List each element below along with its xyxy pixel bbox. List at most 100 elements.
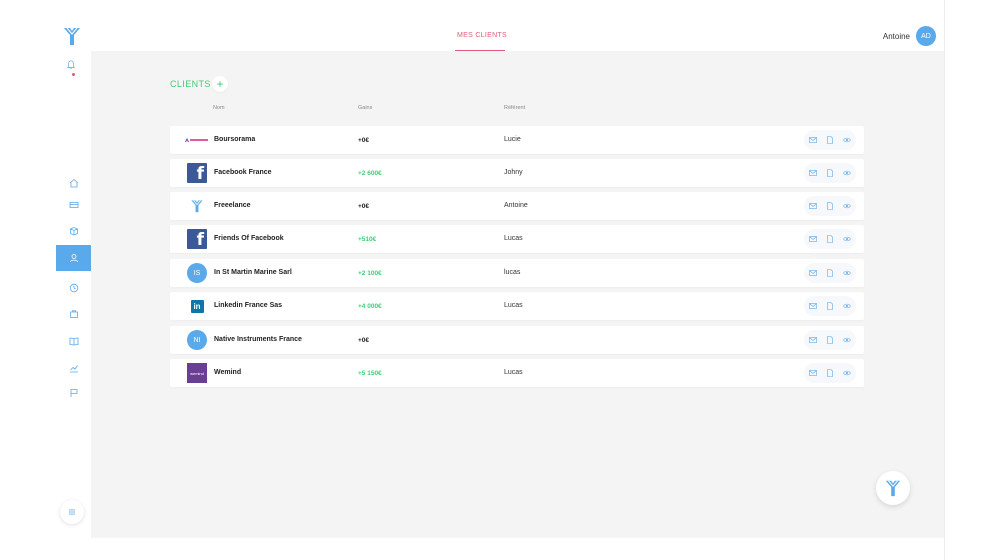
sidebar-item-payments[interactable] — [56, 192, 91, 218]
main-content: CLIENTS + Nom Gains Référent Boursorama +… — [91, 51, 944, 538]
document-icon[interactable] — [821, 296, 838, 316]
sidebar-item-stats[interactable] — [56, 355, 91, 381]
client-name[interactable]: Native Instruments France — [214, 336, 302, 343]
client-name[interactable]: Boursorama — [214, 136, 255, 143]
column-header-referent: Référent — [504, 105, 526, 111]
sidebar-item-objectives[interactable] — [56, 380, 91, 406]
sidebar-item-documents[interactable] — [56, 328, 91, 354]
row-actions — [804, 163, 856, 183]
book-icon — [69, 337, 78, 346]
top-header: MES CLIENTS Antoine AD — [91, 0, 944, 51]
client-name[interactable]: Wemind — [214, 369, 241, 376]
table-row[interactable]: NI Native Instruments France +0€ — [170, 326, 864, 354]
clock-icon — [69, 283, 78, 293]
mail-icon[interactable] — [804, 163, 821, 183]
client-referent: Antoine — [504, 202, 528, 209]
document-icon[interactable] — [821, 229, 838, 249]
document-icon[interactable] — [821, 163, 838, 183]
client-name[interactable]: Freeelance — [214, 202, 251, 209]
chart-icon — [69, 365, 78, 373]
row-actions — [804, 330, 856, 350]
app-logo-icon[interactable] — [62, 25, 82, 47]
client-gain: +0€ — [358, 337, 370, 344]
menu-button[interactable] — [60, 500, 84, 524]
mail-icon[interactable] — [804, 363, 821, 383]
initials-badge: IS — [187, 263, 207, 283]
eye-icon[interactable] — [838, 363, 855, 383]
document-icon[interactable] — [821, 330, 838, 350]
client-gain: +0€ — [358, 203, 370, 210]
table-row[interactable]: in Linkedin France Sas +4 000€ Lucas — [170, 292, 864, 320]
client-gain: +5 150€ — [358, 370, 382, 377]
client-name[interactable]: Linkedin France Sas — [214, 302, 282, 309]
client-name[interactable]: Facebook France — [214, 169, 272, 176]
initials-logo: NI — [186, 329, 208, 351]
sidebar-item-products[interactable] — [56, 218, 91, 244]
client-gain: +4 000€ — [358, 303, 382, 310]
client-referent: Johny — [504, 169, 523, 176]
row-actions — [804, 263, 856, 283]
column-header-name: Nom — [213, 105, 225, 111]
user-icon — [69, 254, 78, 263]
client-referent: Lucas — [504, 369, 523, 376]
table-row[interactable]: f Friends Of Facebook +510€ Lucas — [170, 225, 864, 253]
freeelance-logo — [186, 195, 208, 217]
mail-icon[interactable] — [804, 229, 821, 249]
eye-icon[interactable] — [838, 196, 855, 216]
column-header-gains: Gains — [358, 105, 373, 111]
document-icon[interactable] — [821, 363, 838, 383]
table-row[interactable]: Freeelance +0€ Antoine — [170, 192, 864, 220]
bell-icon[interactable] — [66, 60, 78, 72]
document-icon[interactable] — [821, 263, 838, 283]
table-row[interactable]: wemind Wemind +5 150€ Lucas — [170, 359, 864, 387]
document-icon[interactable] — [821, 130, 838, 150]
user-name[interactable]: Antoine — [883, 32, 910, 41]
mail-icon[interactable] — [804, 130, 821, 150]
page-title: CLIENTS — [170, 79, 211, 89]
app-logo-icon — [885, 480, 901, 497]
home-icon — [69, 178, 78, 188]
boursorama-logo — [185, 129, 208, 151]
avatar[interactable]: AD — [916, 26, 936, 46]
mail-icon[interactable] — [804, 196, 821, 216]
initials-badge: NI — [187, 330, 207, 350]
help-button[interactable] — [876, 471, 910, 505]
facebook-logo: f — [186, 162, 208, 184]
add-client-button[interactable]: + — [212, 76, 228, 92]
document-icon[interactable] — [821, 196, 838, 216]
right-panel-edge — [944, 0, 1000, 560]
client-referent: Lucas — [504, 302, 523, 309]
client-gain: +510€ — [358, 236, 377, 243]
eye-icon[interactable] — [838, 130, 855, 150]
eye-icon[interactable] — [838, 296, 855, 316]
row-actions — [804, 363, 856, 383]
mail-icon[interactable] — [804, 296, 821, 316]
sidebar-item-clients[interactable] — [56, 245, 91, 271]
client-gain: +2 100€ — [358, 270, 382, 277]
facebook-logo: f — [186, 228, 208, 250]
client-name[interactable]: Friends Of Facebook — [214, 235, 284, 242]
client-name[interactable]: In St Martin Marine Sarl — [214, 269, 292, 276]
eye-icon[interactable] — [838, 163, 855, 183]
eye-icon[interactable] — [838, 229, 855, 249]
sidebar-item-missions[interactable] — [56, 301, 91, 327]
row-actions — [804, 296, 856, 316]
eye-icon[interactable] — [838, 263, 855, 283]
wemind-logo: wemind — [186, 362, 208, 384]
sidebar-item-time[interactable] — [56, 275, 91, 301]
sidebar — [0, 0, 91, 560]
initials-logo: IS — [186, 262, 208, 284]
flag-icon — [70, 389, 77, 397]
table-row[interactable]: IS In St Martin Marine Sarl +2 100€ lucas — [170, 259, 864, 287]
linkedin-logo: in — [186, 295, 208, 317]
table-row[interactable]: f Facebook France +2 600€ Johny — [170, 159, 864, 187]
eye-icon[interactable] — [838, 330, 855, 350]
tab-mes-clients[interactable]: MES CLIENTS — [457, 32, 507, 39]
table-row[interactable]: Boursorama +0€ Lucie — [170, 126, 864, 154]
client-referent: Lucie — [504, 136, 521, 143]
row-actions — [804, 229, 856, 249]
mail-icon[interactable] — [804, 330, 821, 350]
client-gain: +0€ — [358, 137, 370, 144]
mail-icon[interactable] — [804, 263, 821, 283]
hamburger-icon — [69, 509, 75, 515]
